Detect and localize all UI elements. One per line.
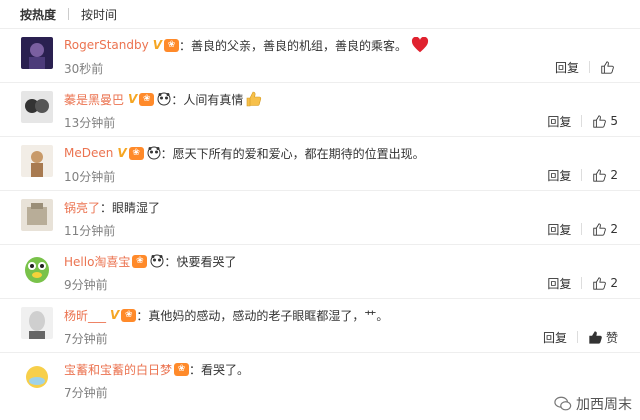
like-count: 5	[610, 114, 618, 128]
member-badge-icon: ❀	[128, 146, 144, 160]
like-count: 2	[610, 222, 618, 236]
sort-divider	[68, 8, 70, 20]
comment-text: 真他妈的感动，感动的老子眼眶都湿了，艹。	[148, 308, 389, 323]
comment-line: 蓁是黑曼巴 V ❀ ： 人间有真情	[64, 90, 263, 108]
username[interactable]: 杨昕___	[64, 307, 106, 324]
sort-by-time-tab[interactable]: 按时间	[81, 6, 117, 23]
member-badge-icon: ❀	[121, 308, 137, 322]
comment-item: 蓁是黑曼巴 V ❀ ： 人间有真情 13分钟前 回复 5	[0, 82, 640, 136]
avatar[interactable]	[21, 37, 53, 69]
panda-badge-icon	[157, 92, 171, 106]
comment-time: 9分钟前	[64, 278, 108, 292]
reply-button[interactable]: 回复	[555, 59, 579, 76]
member-badge-icon: ❀	[139, 92, 155, 106]
comment-actions: 回复 2	[547, 219, 618, 239]
comment-time: 30秒前	[64, 62, 104, 76]
comment-actions: 回复 赞	[543, 327, 618, 347]
reply-button[interactable]: 回复	[547, 113, 571, 130]
avatar[interactable]	[21, 361, 53, 393]
thumbs-up-icon	[593, 223, 607, 236]
avatar[interactable]	[21, 307, 53, 339]
username[interactable]: 锅亮了	[64, 199, 100, 216]
like-button[interactable]: 2	[592, 222, 618, 236]
like-button[interactable]: 5	[592, 114, 618, 128]
comment-item: 锅亮了 ： 眼睛湿了 11分钟前 回复 2	[0, 190, 640, 244]
reply-button[interactable]: 回复	[547, 167, 571, 184]
comment-line: 宝蓄和宝蓄的白日梦 ❀ ： 看哭了。	[64, 361, 250, 378]
like-button[interactable]: 2	[592, 276, 618, 290]
comment-line: MeDeen V ❀ ： 愿天下所有的爱和爱心，都在期待的位置出现。	[64, 146, 425, 161]
username[interactable]: RogerStandby	[64, 38, 149, 52]
comment-actions: 回复 5	[547, 111, 618, 131]
comment-text: 快要看哭了	[176, 254, 237, 269]
comment-list: RogerStandby V ❀ ： 善良的父亲，善良的机组，善良的乘客。 30…	[0, 28, 640, 406]
verified-v-icon: V	[128, 92, 138, 106]
username[interactable]: 蓁是黑曼巴	[64, 91, 124, 108]
avatar[interactable]	[21, 145, 53, 177]
comment-actions: 回复	[555, 57, 618, 77]
verified-v-icon: V	[152, 38, 162, 52]
reply-button[interactable]: 回复	[543, 329, 567, 346]
username[interactable]: 宝蓄和宝蓄的白日梦	[64, 361, 172, 378]
reply-button[interactable]: 回复	[547, 221, 571, 238]
like-count: 2	[610, 168, 618, 182]
username[interactable]: MeDeen	[64, 146, 113, 160]
thumbs-up-icon	[589, 331, 602, 344]
member-badge-icon: ❀	[132, 254, 148, 268]
member-badge-icon: ❀	[174, 362, 190, 376]
wechat-icon	[554, 396, 572, 411]
like-button[interactable]	[600, 60, 618, 74]
sort-by-hot-tab[interactable]: 按热度	[20, 6, 56, 23]
like-count: 2	[610, 276, 618, 290]
comment-text: 眼睛湿了	[112, 200, 161, 215]
panda-badge-icon	[147, 146, 161, 160]
watermark-text: 加西周末	[576, 397, 632, 413]
comment-time: 13分钟前	[64, 116, 116, 130]
heart-emoji-icon	[411, 37, 429, 53]
comment-text: 愿天下所有的爱和爱心，都在期待的位置出现。	[172, 146, 425, 161]
like-button[interactable]: 赞	[588, 329, 618, 346]
member-badge-icon: ❀	[164, 38, 179, 52]
thumbs-up-icon	[593, 115, 607, 128]
avatar[interactable]	[21, 199, 53, 231]
comment-time: 10分钟前	[64, 170, 116, 184]
comment-line: 杨昕___ V ❀ ： 真他妈的感动，感动的老子眼眶都湿了，艹。	[64, 307, 389, 324]
comment-actions: 回复 2	[547, 273, 618, 293]
comment-item: MeDeen V ❀ ： 愿天下所有的爱和爱心，都在期待的位置出现。 10分钟前…	[0, 136, 640, 190]
reply-button[interactable]: 回复	[547, 275, 571, 292]
verified-v-icon: V	[117, 146, 127, 160]
comment-time: 7分钟前	[64, 386, 108, 400]
sort-bar: 按热度 按时间	[20, 0, 620, 28]
like-button[interactable]: 2	[592, 168, 618, 182]
comment-actions: 回复 2	[547, 165, 618, 185]
comment-item: 宝蓄和宝蓄的白日梦 ❀ ： 看哭了。 7分钟前	[0, 352, 640, 406]
avatar[interactable]	[21, 91, 53, 123]
comment-time: 11分钟前	[64, 224, 116, 238]
comment-time: 7分钟前	[64, 332, 108, 346]
comment-item: Hello淘喜宝 ❀ ： 快要看哭了 9分钟前 回复 2	[0, 244, 640, 298]
comment-item: 杨昕___ V ❀ ： 真他妈的感动，感动的老子眼眶都湿了，艹。 7分钟前 回复…	[0, 298, 640, 352]
comment-line: 锅亮了 ： 眼睛湿了	[64, 199, 161, 216]
comment-item: RogerStandby V ❀ ： 善良的父亲，善良的机组，善良的乘客。 30…	[0, 28, 640, 82]
avatar[interactable]	[21, 253, 53, 285]
comment-text: 善良的父亲，善良的机组，善良的乘客。	[191, 38, 408, 53]
comment-line: Hello淘喜宝 ❀ ： 快要看哭了	[64, 253, 237, 270]
thumbs-up-emoji-icon	[247, 91, 262, 107]
panda-badge-icon	[150, 254, 164, 268]
like-count: 赞	[605, 330, 618, 345]
username[interactable]: Hello淘喜宝	[64, 253, 130, 270]
thumbs-up-icon	[593, 169, 607, 182]
watermark: 加西周末	[554, 394, 632, 414]
comment-text: 看哭了。	[201, 362, 250, 377]
comment-line: RogerStandby V ❀ ： 善良的父亲，善良的机组，善良的乘客。	[64, 36, 429, 54]
thumbs-up-icon	[593, 277, 607, 290]
thumbs-up-icon	[601, 61, 614, 74]
comment-text: 人间有真情	[183, 92, 244, 107]
verified-v-icon: V	[110, 308, 120, 322]
